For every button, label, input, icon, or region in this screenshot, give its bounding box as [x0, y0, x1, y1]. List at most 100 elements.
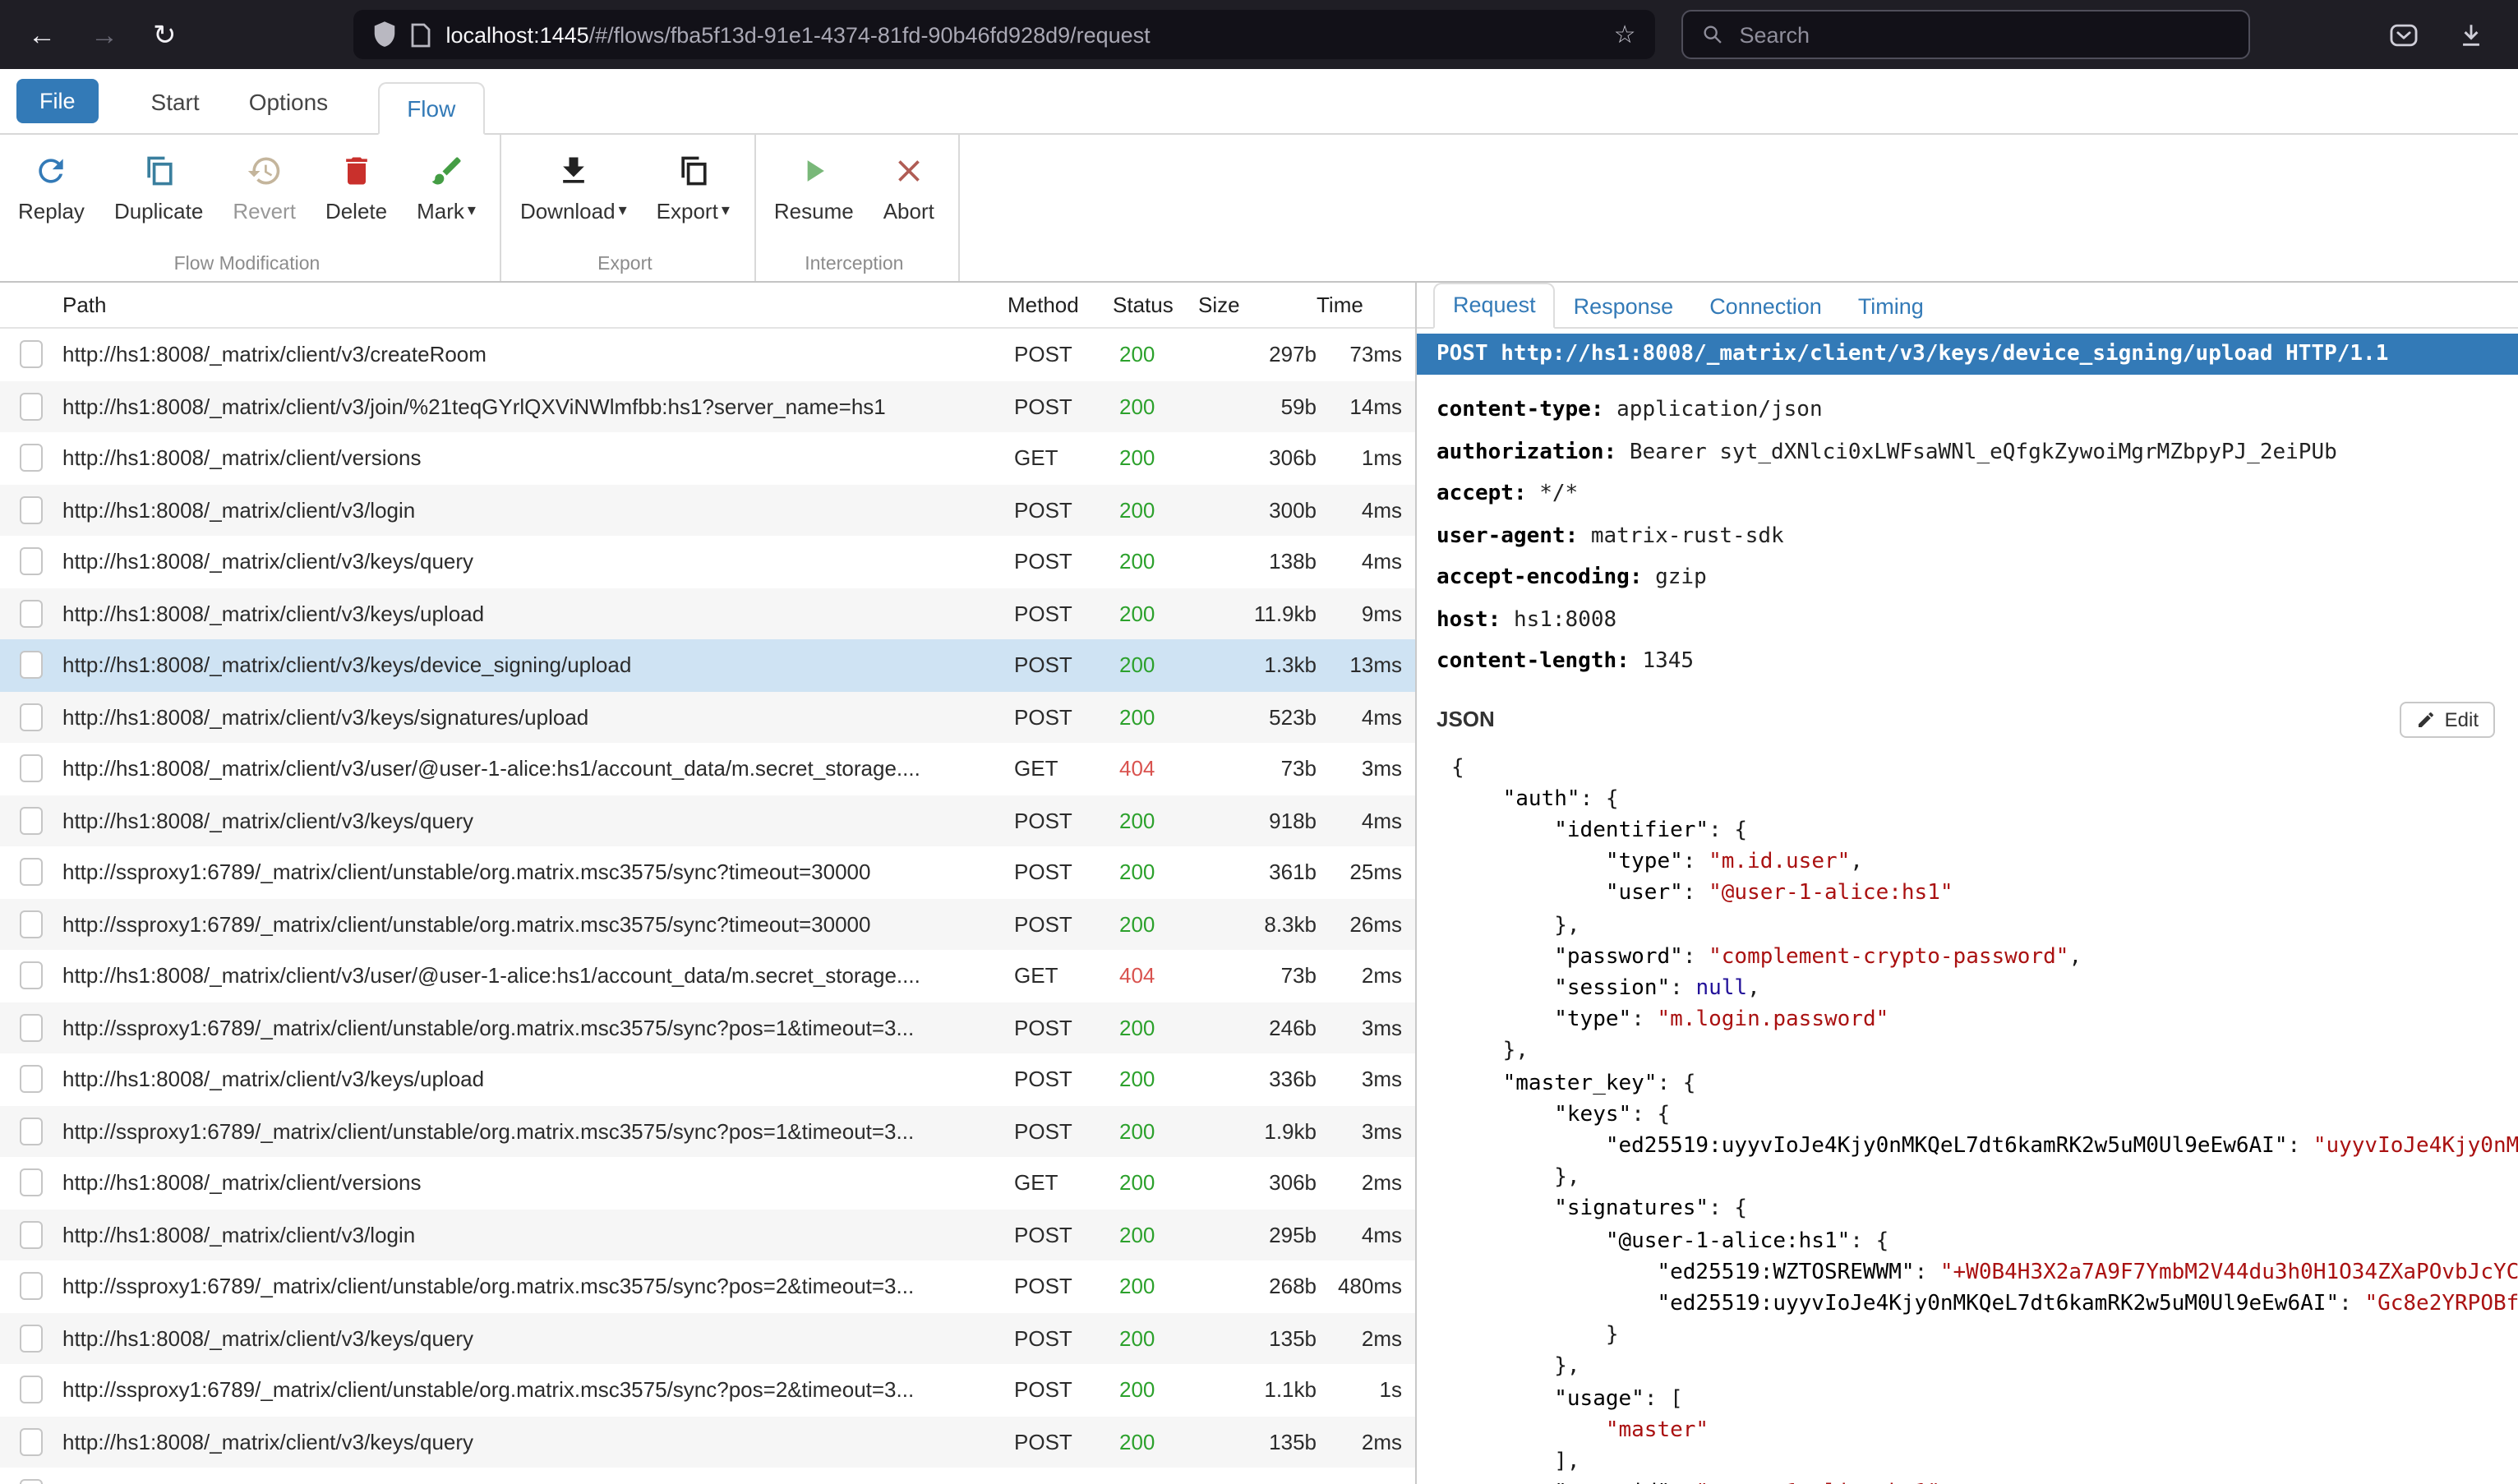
download-label: Download [520, 199, 616, 224]
flow-row[interactable]: http://ssproxy1:6789/_matrix/client/unst… [0, 846, 1415, 898]
reload-button[interactable]: ↻ [153, 21, 177, 48]
json-line: ], [1451, 1446, 2518, 1477]
toolbar-group-caption: Export [505, 251, 745, 281]
request-headers: content-typeapplication/jsonauthorizatio… [1417, 375, 2518, 683]
flow-size: 1.1kb [1201, 1378, 1317, 1403]
flow-row[interactable]: http://ssproxy1:6789/_matrix/client/unst… [0, 1260, 1415, 1312]
flow-doc-icon [20, 600, 43, 628]
replay-button[interactable]: Replay [3, 138, 99, 224]
mark-button[interactable]: Mark▾ [402, 138, 491, 224]
flow-time: 2ms [1317, 964, 1415, 989]
flow-row[interactable]: http://hs1:8008/_matrix/client/v3/keys/u… [0, 1053, 1415, 1105]
edit-button[interactable]: Edit [2400, 701, 2495, 737]
json-line: "master_key": { [1451, 1067, 2518, 1099]
flow-method: POST [1014, 1016, 1119, 1040]
column-header-size[interactable]: Size [1195, 293, 1313, 317]
flow-row[interactable]: http://hs1:8008/_matrix/client/versionsG… [0, 432, 1415, 484]
body-format-button[interactable]: JSON [1437, 707, 1495, 731]
flow-path: http://hs1:8008/_matrix/client/v3/keys/q… [62, 1430, 1014, 1454]
flow-method: POST [1014, 809, 1119, 833]
delete-icon [339, 153, 375, 194]
export-icon [675, 153, 711, 194]
abort-button[interactable]: Abort [869, 138, 949, 224]
tab-request[interactable]: Request [1433, 283, 1556, 329]
flow-row[interactable]: http://hs1:8008/_matrix/client/v3/keys/q… [0, 795, 1415, 846]
flow-row[interactable]: http://ssproxy1:6789/_matrix/client/unst… [0, 898, 1415, 950]
flow-status: 200 [1119, 1016, 1201, 1040]
tab-timing[interactable]: Timing [1840, 286, 1942, 327]
flow-row[interactable]: http://ssproxy1:6789/_matrix/client/unst… [0, 1002, 1415, 1053]
back-button[interactable]: ← [28, 21, 56, 48]
flow-status: 200 [1119, 1223, 1201, 1247]
request-first-line: POST http://hs1:8008/_matrix/client/v3/k… [1417, 334, 2518, 375]
browser-search-input[interactable]: Search [1682, 10, 2251, 59]
flow-row[interactable]: http://hs1:8008/_matrix/client/v3/loginP… [0, 1209, 1415, 1260]
bookmark-star-icon[interactable]: ☆ [1614, 20, 1636, 49]
pocket-icon[interactable] [2388, 19, 2419, 50]
flow-time: 25ms [1317, 860, 1415, 885]
column-header-method[interactable]: Method [1008, 293, 1113, 317]
flow-method: POST [1014, 550, 1119, 574]
browser-nav-buttons: ← → ↻ [0, 21, 177, 48]
flow-method: GET [1014, 757, 1119, 781]
flow-row[interactable]: http://hs1:8008/_matrix/client/v3/join/%… [0, 380, 1415, 432]
column-header-status[interactable]: Status [1113, 293, 1195, 317]
url-bar[interactable]: localhost:1445/#/flows/fba5f13d-91e1-437… [354, 10, 1656, 59]
tab-connection[interactable]: Connection [1691, 286, 1840, 327]
forward-button[interactable]: → [90, 21, 118, 48]
menu-options[interactable]: Options [229, 78, 348, 124]
flow-status: 200 [1119, 809, 1201, 833]
json-line: } [1451, 1320, 2518, 1351]
export-button[interactable]: Export▾ [642, 138, 745, 224]
download-button[interactable]: Download▾ [505, 138, 642, 224]
flow-doc-icon [20, 807, 43, 835]
duplicate-button[interactable]: Duplicate [99, 138, 218, 224]
flow-row[interactable]: http://hs1:8008/_matrix/client/v3/keys/u… [0, 588, 1415, 639]
json-line: "identifier": { [1451, 815, 2518, 846]
flow-row[interactable]: http://hs1:8008/_matrix/client/v3/keys/s… [0, 691, 1415, 743]
flow-size: 306b [1201, 1171, 1317, 1196]
json-line: "master" [1451, 1415, 2518, 1446]
flow-row[interactable]: http://ssproxy1:6789/_matrix/client/unst… [0, 1105, 1415, 1157]
flow-time: 4ms [1317, 809, 1415, 833]
header-line: user-agentmatrix-rust-sdk [1437, 515, 2498, 557]
delete-button[interactable]: Delete [311, 138, 402, 224]
header-value: hs1:8008 [1514, 607, 1616, 632]
flow-row[interactable]: http://hs1:8008/_matrix/client/v3/loginP… [0, 484, 1415, 536]
flow-method: POST [1014, 705, 1119, 730]
flow-row[interactable] [0, 1468, 1415, 1484]
abort-label: Abort [883, 199, 934, 224]
menu-file[interactable]: File [16, 79, 99, 123]
flow-row[interactable]: http://hs1:8008/_matrix/client/v3/user/@… [0, 743, 1415, 795]
flow-row[interactable]: http://hs1:8008/_matrix/client/v3/user/@… [0, 950, 1415, 1002]
flow-row[interactable]: http://hs1:8008/_matrix/client/v3/keys/q… [0, 1312, 1415, 1364]
flow-size: 1.9kb [1201, 1119, 1317, 1144]
flow-size: 268b [1201, 1274, 1317, 1299]
flow-row[interactable]: http://ssproxy1:6789/_matrix/client/unst… [0, 1364, 1415, 1416]
flow-row[interactable]: http://hs1:8008/_matrix/client/v3/keys/q… [0, 1416, 1415, 1468]
flow-doc-icon [20, 1428, 43, 1456]
flow-doc-icon [20, 910, 43, 938]
flow-status: 200 [1119, 343, 1201, 367]
flow-time: 3ms [1317, 1016, 1415, 1040]
flow-method: POST [1014, 343, 1119, 367]
flow-row[interactable]: http://hs1:8008/_matrix/client/v3/keys/d… [0, 639, 1415, 691]
resume-label: Resume [774, 199, 854, 224]
flow-row[interactable]: http://hs1:8008/_matrix/client/v3/create… [0, 329, 1415, 380]
resume-button[interactable]: Resume [759, 138, 869, 224]
downloads-icon[interactable] [2457, 21, 2485, 48]
page-info-icon [412, 22, 431, 47]
column-header-path[interactable]: Path [62, 293, 1008, 317]
menu-tab-flow[interactable]: Flow [377, 82, 485, 135]
flow-row[interactable]: http://hs1:8008/_matrix/client/v3/keys/q… [0, 536, 1415, 588]
json-line: }, [1451, 1162, 2518, 1193]
search-placeholder: Search [1740, 22, 1810, 47]
menu-start[interactable]: Start [131, 78, 219, 124]
column-header-time[interactable]: Time [1313, 293, 1415, 317]
flow-path: http://hs1:8008/_matrix/client/v3/login [62, 498, 1014, 523]
flow-status: 200 [1119, 1119, 1201, 1144]
tab-response[interactable]: Response [1556, 286, 1692, 327]
revert-button[interactable]: Revert [218, 138, 311, 224]
flow-row[interactable]: http://hs1:8008/_matrix/client/versionsG… [0, 1157, 1415, 1209]
flow-size: 135b [1201, 1326, 1317, 1351]
